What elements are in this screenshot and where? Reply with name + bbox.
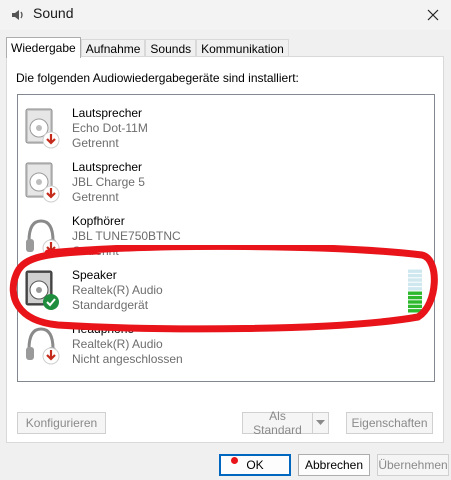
device-model: Realtek(R) Audio <box>72 337 163 351</box>
device-item[interactable]: Headphone Realtek(R) Audio Nicht angesch… <box>18 317 434 371</box>
tab-strip: Wiedergabe Aufnahme Sounds Kommunikation <box>6 37 289 58</box>
device-item[interactable]: Lautsprecher JBL Charge 5 Getrennt <box>18 155 434 209</box>
cancel-button[interactable]: Abbrechen <box>298 454 370 476</box>
device-status: Getrennt <box>72 136 119 150</box>
cursor-dot-icon <box>231 457 238 464</box>
device-status: Nicht angeschlossen <box>72 352 183 366</box>
close-button[interactable] <box>415 0 451 30</box>
speaker-icon <box>12 10 23 20</box>
ok-button[interactable]: OK <box>219 454 291 476</box>
level-segment <box>408 300 422 304</box>
device-status: Standardgerät <box>72 298 149 312</box>
window-title: Sound <box>33 5 74 21</box>
headphones-icon <box>26 219 60 257</box>
properties-button[interactable]: Eigenschaften <box>346 412 433 434</box>
device-model: JBL Charge 5 <box>72 175 145 189</box>
level-segment <box>408 295 422 300</box>
volume-level-meter <box>408 269 422 313</box>
playback-panel: Die folgenden Audiowiedergabegeräte sind… <box>6 56 444 443</box>
set-default-button[interactable]: Als Standard <box>242 409 313 437</box>
title-bar: Sound <box>0 0 451 30</box>
ok-button-label: OK <box>246 458 264 472</box>
disconnected-arrow-icon <box>42 185 60 203</box>
headphones-icon <box>26 327 60 365</box>
disconnected-arrow-icon <box>42 131 60 149</box>
device-item[interactable]: Lautsprecher Echo Dot-11M Getrennt <box>18 101 434 155</box>
device-status: Getrennt <box>72 190 119 204</box>
tab-wiedergabe[interactable]: Wiedergabe <box>6 37 81 58</box>
level-segment <box>408 269 422 273</box>
device-name: Lautsprecher <box>72 160 143 174</box>
level-segment <box>408 282 422 287</box>
device-model: JBL TUNE750BTNC <box>72 229 181 243</box>
device-name: Kopfhörer <box>72 214 125 228</box>
device-name: Lautsprecher <box>72 106 143 120</box>
level-segment <box>408 291 422 295</box>
apply-button[interactable]: Übernehmen <box>377 454 449 476</box>
device-model: Realtek(R) Audio <box>72 283 163 297</box>
speaker-box-icon <box>25 108 60 149</box>
level-segment <box>408 273 422 278</box>
device-item[interactable]: Kopfhörer JBL TUNE750BTNC Getrennt <box>18 209 434 263</box>
device-list[interactable]: Lautsprecher Echo Dot-11M Getrennt Lauts… <box>17 94 435 382</box>
device-name: Headphone <box>72 322 135 336</box>
panel-intro-text: Die folgenden Audiowiedergabegeräte sind… <box>16 71 299 85</box>
configure-button[interactable]: Konfigurieren <box>17 412 106 434</box>
device-status: Getrennt <box>72 244 119 258</box>
set-default-dropdown[interactable] <box>312 412 329 434</box>
sound-dialog: Sound Wiedergabe Aufnahme Sounds Kommuni… <box>0 0 451 480</box>
device-model: Echo Dot-11M <box>72 121 148 135</box>
speaker-box-icon <box>25 270 59 310</box>
level-segment <box>408 309 422 313</box>
default-check-icon <box>43 294 59 310</box>
speaker-box-icon <box>25 162 60 203</box>
disconnected-arrow-icon <box>42 347 60 365</box>
level-segment <box>408 304 422 309</box>
close-icon <box>427 9 439 21</box>
disconnected-arrow-icon <box>42 239 60 257</box>
device-name: Speaker <box>72 268 117 282</box>
level-segment <box>408 278 422 282</box>
level-segment <box>408 287 422 291</box>
chevron-down-icon <box>316 420 325 425</box>
device-item[interactable]: Speaker Realtek(R) Audio Standardgerät <box>18 263 434 317</box>
